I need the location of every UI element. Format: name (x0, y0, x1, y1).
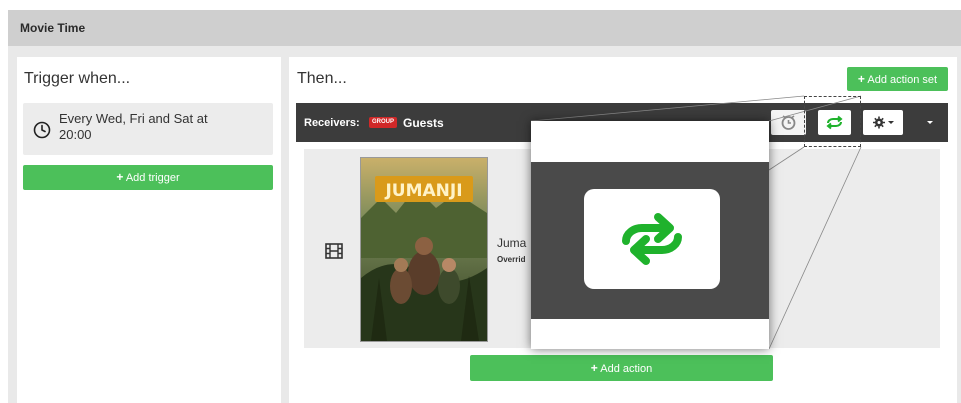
zoomed-repeat-button (584, 189, 720, 289)
zoom-source-highlight (804, 96, 861, 147)
repeat-icon (622, 213, 682, 265)
zoom-connector-lines (530, 95, 862, 350)
